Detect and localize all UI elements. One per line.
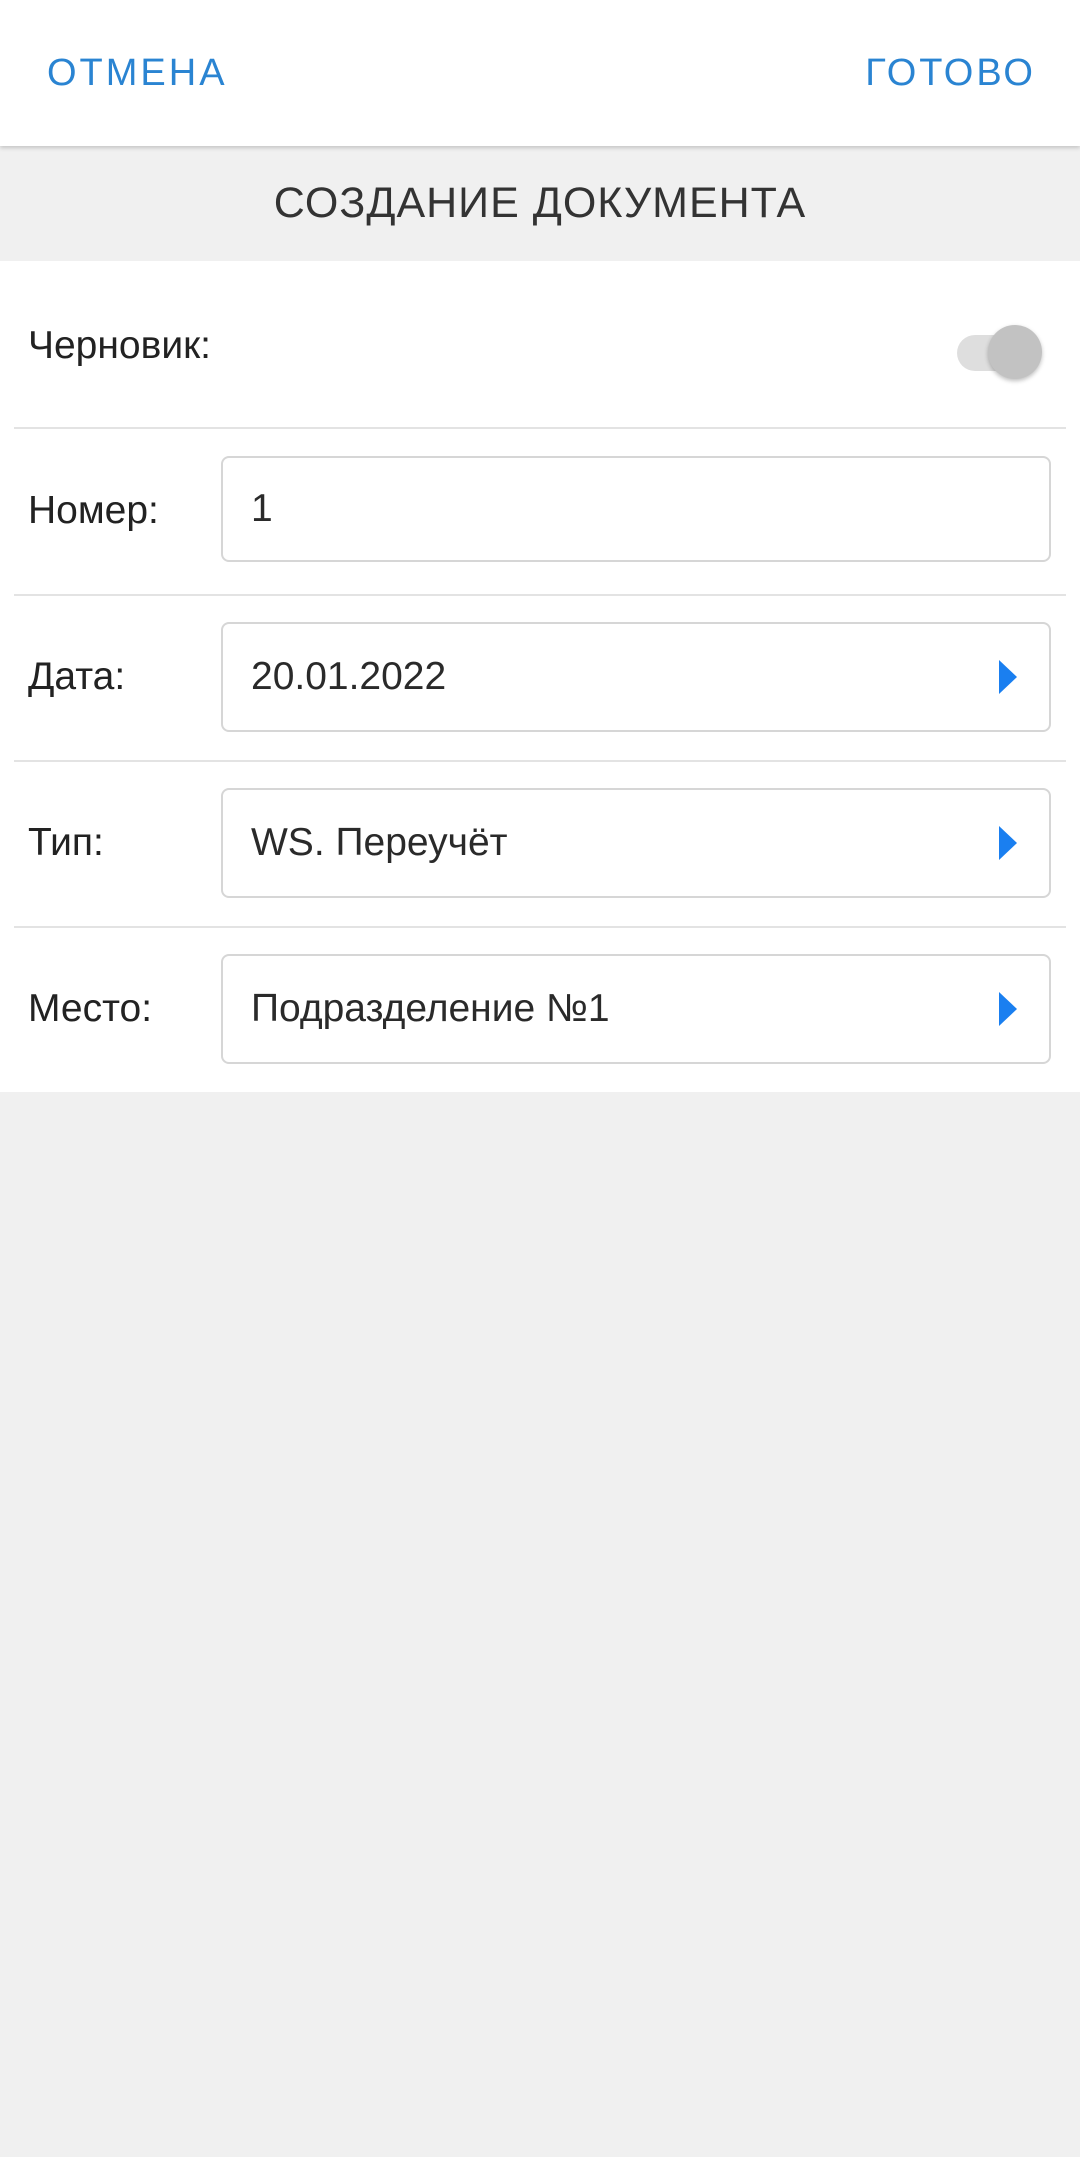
number-label: Номер: bbox=[28, 489, 159, 532]
chevron-right-icon bbox=[999, 826, 1017, 860]
document-form: Черновик: Номер: 1 Дата: 20.01.2022 Тип:… bbox=[0, 261, 1080, 1092]
number-field[interactable]: 1 bbox=[221, 456, 1051, 562]
place-select[interactable]: Подразделение №1 bbox=[221, 954, 1051, 1064]
type-row: Тип: WS. Переучёт bbox=[0, 762, 1080, 926]
number-row: Номер: 1 bbox=[0, 429, 1080, 594]
toggle-knob bbox=[988, 325, 1042, 379]
date-select[interactable]: 20.01.2022 bbox=[221, 622, 1051, 732]
title-band: СОЗДАНИЕ ДОКУМЕНТА bbox=[0, 146, 1080, 261]
date-row: Дата: 20.01.2022 bbox=[0, 596, 1080, 760]
place-row: Место: Подразделение №1 bbox=[0, 928, 1080, 1092]
date-label: Дата: bbox=[28, 655, 126, 698]
type-label: Тип: bbox=[28, 821, 104, 864]
done-button[interactable]: ГОТОВО bbox=[865, 48, 1036, 98]
cancel-button[interactable]: ОТМЕНА bbox=[47, 48, 228, 98]
type-value: WS. Переучёт bbox=[251, 821, 508, 864]
place-value: Подразделение №1 bbox=[251, 987, 610, 1030]
number-value: 1 bbox=[251, 487, 273, 530]
draft-toggle[interactable] bbox=[955, 318, 1043, 379]
date-value: 20.01.2022 bbox=[251, 655, 447, 698]
top-app-bar: ОТМЕНА ГОТОВО bbox=[0, 0, 1080, 146]
place-label: Место: bbox=[28, 987, 153, 1030]
draft-label: Черновик: bbox=[28, 324, 212, 367]
page-title: СОЗДАНИЕ ДОКУМЕНТА bbox=[273, 179, 807, 227]
draft-row: Черновик: bbox=[0, 261, 1080, 427]
type-select[interactable]: WS. Переучёт bbox=[221, 788, 1051, 898]
chevron-right-icon bbox=[999, 660, 1017, 694]
chevron-right-icon bbox=[999, 992, 1017, 1026]
